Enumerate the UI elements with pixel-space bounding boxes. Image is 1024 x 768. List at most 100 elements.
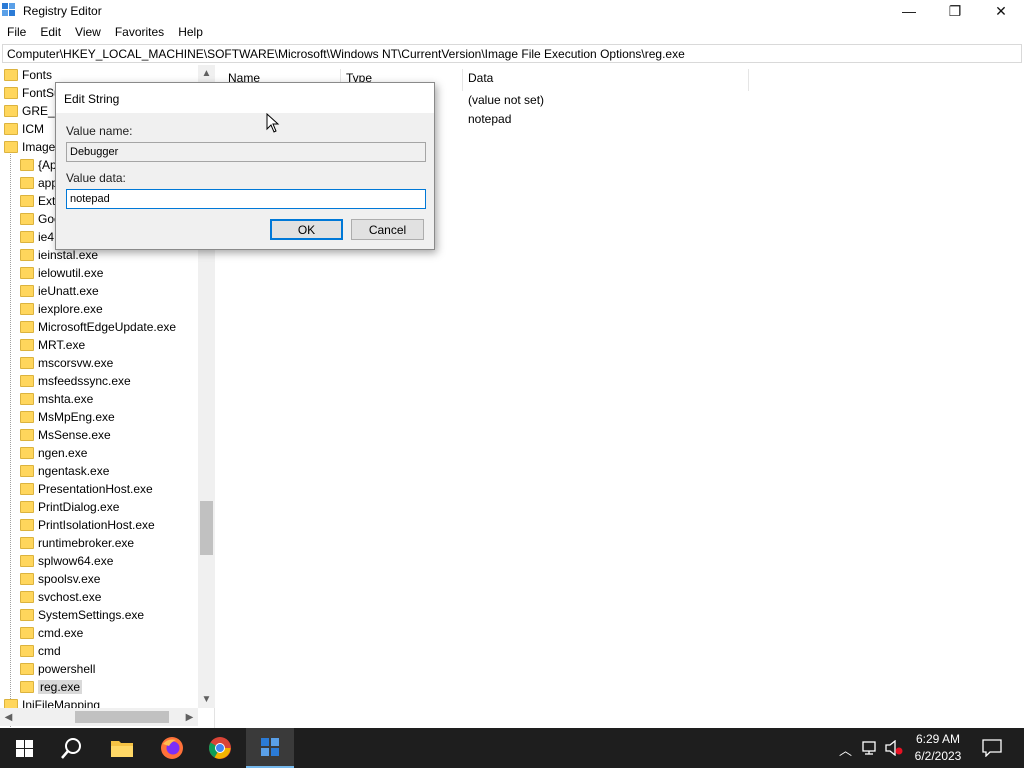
tree-item-label: PrintDialog.exe (38, 500, 120, 514)
tree-item[interactable]: runtimebroker.exe (20, 534, 134, 552)
file-explorer-button[interactable] (98, 728, 146, 768)
column-separator[interactable] (748, 69, 749, 91)
file-explorer-icon (111, 741, 133, 757)
scroll-thumb-horizontal[interactable] (75, 711, 169, 723)
tree-item[interactable]: ielowutil.exe (20, 264, 103, 282)
clock-date[interactable]: 6/2/2023 (903, 749, 973, 763)
chrome-button[interactable] (196, 728, 244, 768)
tree-item-label: PresentationHost.exe (38, 482, 153, 496)
menu-favorites[interactable]: Favorites (108, 22, 171, 42)
volume-muted-icon[interactable] (885, 740, 903, 756)
scroll-left-icon[interactable]: ◀ (0, 708, 17, 726)
scroll-thumb[interactable] (200, 501, 213, 555)
tree-item[interactable]: ngentask.exe (20, 462, 109, 480)
tree-item[interactable]: Image (4, 138, 55, 156)
tree-item-label: MicrosoftEdgeUpdate.exe (38, 320, 177, 334)
tree-item-label: Ext (38, 194, 56, 208)
folder-icon (20, 537, 34, 549)
tree-item[interactable]: {Ap (20, 156, 57, 174)
value-data-cell[interactable]: (value not set) (468, 93, 544, 107)
network-icon[interactable] (862, 740, 880, 756)
tree-item-label: runtimebroker.exe (38, 536, 135, 550)
notifications-icon[interactable] (982, 739, 1002, 757)
tree-item[interactable]: Fonts (4, 66, 52, 84)
folder-icon (20, 591, 34, 603)
tree-item[interactable]: mscorsvw.exe (20, 354, 113, 372)
firefox-button[interactable] (148, 728, 196, 768)
ok-button[interactable]: OK (270, 219, 343, 240)
tree-item-label: Fonts (22, 68, 53, 82)
folder-icon (4, 69, 18, 81)
tree-horizontal-scrollbar[interactable]: ◀ ▶ (0, 708, 198, 726)
tree-item[interactable]: FontSu (4, 84, 61, 102)
tree-item[interactable]: SystemSettings.exe (20, 606, 144, 624)
tree-item[interactable]: reg.exe (20, 678, 83, 696)
tree-guide-line (10, 147, 11, 727)
show-hidden-icons-icon[interactable]: ︿ (839, 740, 852, 759)
folder-icon (20, 465, 34, 477)
minimize-icon: — (902, 3, 916, 19)
tree-item[interactable]: PresentationHost.exe (20, 480, 153, 498)
search-button[interactable] (48, 728, 96, 768)
tree-item[interactable]: Ext (20, 192, 55, 210)
title-bar: Registry Editor — ❐ ✕ (0, 0, 1024, 22)
tree-item[interactable]: app (20, 174, 58, 192)
firefox-icon (161, 737, 183, 759)
tree-item[interactable]: MsSense.exe (20, 426, 111, 444)
value-name-field[interactable]: Debugger (66, 142, 426, 162)
column-header-data[interactable]: Data (468, 71, 493, 89)
folder-icon (4, 123, 18, 135)
menu-help[interactable]: Help (171, 22, 210, 42)
tree-item[interactable]: ngen.exe (20, 444, 87, 462)
tree-item[interactable]: cmd (20, 642, 61, 660)
folder-icon (20, 627, 34, 639)
address-bar[interactable]: Computer\HKEY_LOCAL_MACHINE\SOFTWARE\Mic… (2, 44, 1022, 63)
folder-icon (4, 87, 18, 99)
value-data-field[interactable]: notepad (66, 189, 426, 209)
scroll-down-icon[interactable]: ▼ (198, 691, 215, 708)
column-separator[interactable] (462, 69, 463, 91)
menu-edit[interactable]: Edit (33, 22, 68, 42)
tree-item[interactable]: MicrosoftEdgeUpdate.exe (20, 318, 176, 336)
tree-item[interactable]: MsMpEng.exe (20, 408, 115, 426)
tree-item[interactable]: ie4 (20, 228, 54, 246)
tree-item[interactable]: splwow64.exe (20, 552, 113, 570)
tree-item-label: Image (22, 140, 56, 154)
tree-item[interactable]: svchost.exe (20, 588, 101, 606)
start-button[interactable] (0, 728, 48, 768)
tree-item-label: splwow64.exe (38, 554, 114, 568)
restore-icon: ❐ (948, 2, 962, 19)
tree-item[interactable]: cmd.exe (20, 624, 83, 642)
folder-icon (20, 339, 34, 351)
scroll-right-icon[interactable]: ▶ (181, 708, 198, 726)
tree-item[interactable]: mshta.exe (20, 390, 93, 408)
registry-editor-taskbar-button[interactable] (246, 728, 294, 768)
maximize-button[interactable]: ❐ (932, 0, 978, 22)
menu-file[interactable]: File (0, 22, 33, 42)
tree-item-label: iexplore.exe (38, 302, 103, 316)
value-name-label: Value name: (66, 124, 133, 138)
tree-item-label: {Ap (38, 158, 57, 172)
tree-item-label: reg.exe (38, 680, 83, 694)
registry-editor-icon (261, 738, 279, 756)
tree-item[interactable]: ICM (4, 120, 44, 138)
dialog-title-bar[interactable]: Edit String (56, 83, 434, 113)
value-data-cell[interactable]: notepad (468, 112, 511, 126)
minimize-button[interactable]: — (886, 0, 932, 22)
tree-item[interactable]: PrintDialog.exe (20, 498, 119, 516)
cancel-button[interactable]: Cancel (351, 219, 424, 240)
tree-item[interactable]: iexplore.exe (20, 300, 103, 318)
close-button[interactable]: ✕ (978, 0, 1024, 22)
tree-item[interactable]: spoolsv.exe (20, 570, 100, 588)
folder-icon (20, 573, 34, 585)
menu-view[interactable]: View (68, 22, 108, 42)
clock-time[interactable]: 6:29 AM (903, 732, 973, 746)
tree-item[interactable]: MRT.exe (20, 336, 85, 354)
tree-item[interactable]: powershell (20, 660, 95, 678)
folder-icon (20, 411, 34, 423)
tree-item[interactable]: msfeedssync.exe (20, 372, 131, 390)
tree-item-label: SystemSettings.exe (38, 608, 145, 622)
tree-item[interactable]: ieUnatt.exe (20, 282, 99, 300)
scroll-up-icon[interactable]: ▲ (198, 65, 215, 82)
tree-item[interactable]: PrintIsolationHost.exe (20, 516, 155, 534)
